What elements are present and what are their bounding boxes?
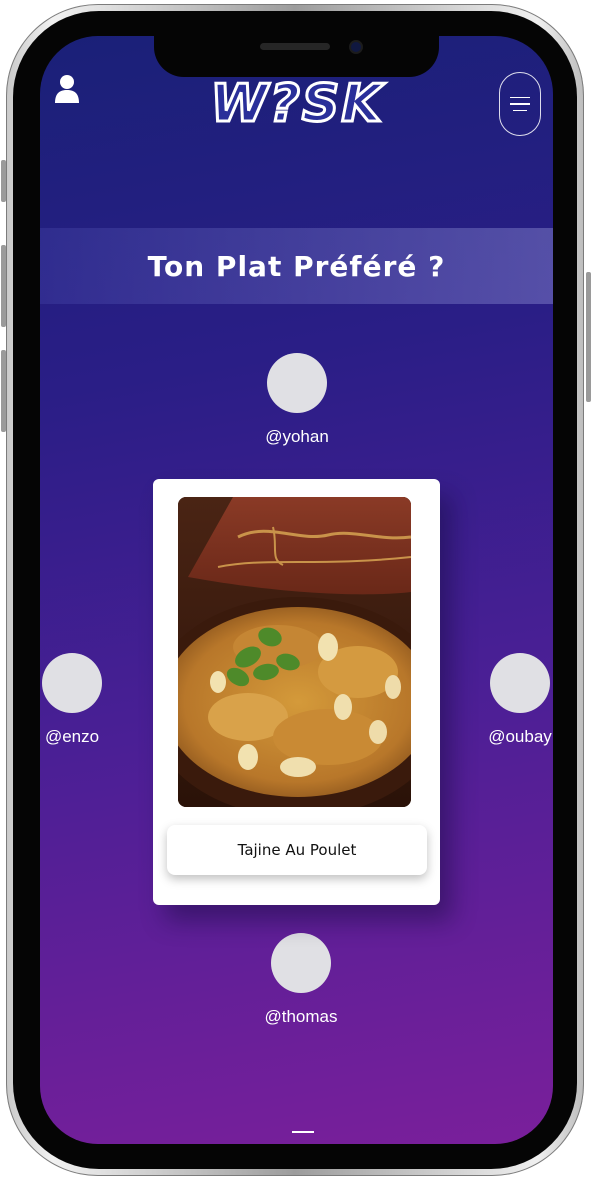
avatar[interactable]: [42, 653, 102, 713]
app-screen: W?SK Ton Plat Préféré ? @yohan @enzo @ou…: [40, 36, 553, 1144]
hamburger-menu-icon-line: [510, 103, 530, 105]
user-icon[interactable]: [54, 74, 80, 104]
question-title: Ton Plat Préféré ?: [147, 249, 446, 283]
player-handle: @yohan: [265, 427, 329, 446]
player-handle: @thomas: [264, 1007, 338, 1026]
phone-notch: [154, 36, 439, 77]
front-camera: [349, 40, 363, 54]
dish-card[interactable]: Tajine Au Poulet: [153, 479, 440, 905]
player-handle: @enzo: [44, 727, 100, 746]
hamburger-menu-icon-line: [513, 109, 527, 112]
avatar[interactable]: [271, 933, 331, 993]
phone-power-button: [586, 272, 591, 402]
speaker-grille: [260, 43, 330, 50]
menu-button[interactable]: [499, 72, 541, 136]
avatar[interactable]: [490, 653, 550, 713]
dish-name-button[interactable]: Tajine Au Poulet: [167, 825, 427, 875]
player-right[interactable]: @oubay: [470, 653, 553, 747]
avatar[interactable]: [267, 353, 327, 413]
phone-side-button: [1, 160, 6, 202]
hamburger-menu-icon: [510, 96, 530, 99]
player-handle: @oubay: [488, 727, 552, 746]
dish-image: [178, 497, 411, 807]
player-left[interactable]: @enzo: [40, 653, 122, 747]
player-bottom[interactable]: @thomas: [251, 933, 351, 1027]
home-indicator[interactable]: [292, 1131, 314, 1133]
player-top[interactable]: @yohan: [247, 353, 347, 447]
app-logo: W?SK: [209, 73, 384, 136]
phone-volume-down-button: [1, 350, 6, 432]
question-banner: Ton Plat Préféré ?: [40, 228, 553, 304]
phone-volume-up-button: [1, 245, 6, 327]
